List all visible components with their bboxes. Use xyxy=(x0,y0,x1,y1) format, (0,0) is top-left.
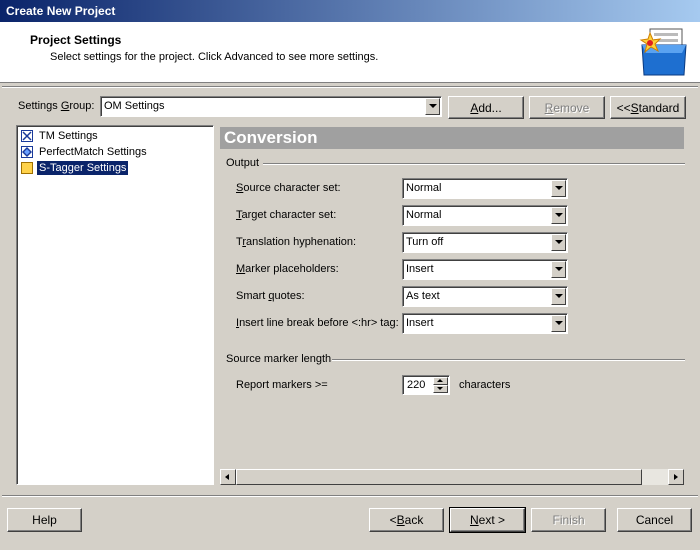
panel-horizontal-scrollbar[interactable] xyxy=(220,469,684,485)
window-title: Create New Project xyxy=(6,4,116,18)
marker-length-group-line xyxy=(332,359,685,361)
scrollbar-thumb[interactable] xyxy=(236,469,642,485)
tree-item-perfectmatch-settings[interactable]: PerfectMatch Settings xyxy=(21,144,149,160)
chevron-down-icon[interactable] xyxy=(551,261,566,278)
smart-quotes-combo[interactable]: As text xyxy=(402,286,568,307)
scroll-left-icon[interactable] xyxy=(220,469,236,485)
spin-down-icon[interactable] xyxy=(433,385,448,393)
report-markers-spinner[interactable]: 220 xyxy=(402,375,450,395)
marker-length-group-label: Source marker length xyxy=(226,353,332,365)
translation-hyphenation-label: Translation hyphenation: xyxy=(236,236,357,248)
cancel-button[interactable]: Cancel xyxy=(617,508,692,532)
spin-up-icon[interactable] xyxy=(433,377,448,385)
settings-group-value: OM Settings xyxy=(104,100,165,112)
standard-button[interactable]: << Standard xyxy=(610,96,686,119)
tree-item-s-tagger-settings[interactable]: S-Tagger Settings xyxy=(21,160,129,176)
window-titlebar[interactable]: Create New Project xyxy=(0,0,700,22)
header-separator xyxy=(2,86,698,88)
tree-item-tm-settings[interactable]: TM Settings xyxy=(21,128,100,144)
perfectmatch-icon xyxy=(21,146,33,158)
smart-quotes-label: Smart quotes: xyxy=(236,290,305,302)
chevron-down-icon[interactable] xyxy=(551,207,566,224)
help-button[interactable]: Help xyxy=(7,508,82,532)
insert-line-break-combo[interactable]: Insert xyxy=(402,313,568,334)
header-title: Project Settings xyxy=(30,33,122,47)
source-charset-label: Source character set: xyxy=(236,182,341,194)
marker-placeholders-label: Marker placeholders: xyxy=(236,263,339,275)
chevron-down-icon[interactable] xyxy=(551,288,566,305)
target-charset-label: Target character set: xyxy=(236,209,337,221)
project-wizard-icon xyxy=(639,28,687,76)
panel-title: Conversion xyxy=(220,127,684,149)
output-group-line xyxy=(263,163,685,165)
output-group-label: Output xyxy=(226,157,260,169)
insert-line-break-label: Insert line break before <:hr> tag: xyxy=(236,317,399,329)
back-button[interactable]: < Back xyxy=(369,508,444,532)
settings-group-combo[interactable]: OM Settings xyxy=(100,96,442,117)
settings-tree[interactable]: TM Settings PerfectMatch Settings S-Tagg… xyxy=(16,125,214,485)
chevron-down-icon[interactable] xyxy=(425,98,440,115)
remove-button[interactable]: Remove xyxy=(529,96,605,119)
target-charset-combo[interactable]: Normal xyxy=(402,205,568,226)
marker-placeholders-combo[interactable]: Insert xyxy=(402,259,568,280)
report-markers-value: 220 xyxy=(407,379,426,391)
settings-group-label: Settings Group: xyxy=(18,100,95,112)
chevron-down-icon[interactable] xyxy=(551,315,566,332)
scroll-right-icon[interactable] xyxy=(668,469,684,485)
report-markers-label: Report markers >= xyxy=(236,379,328,391)
header-subtitle: Select settings for the project. Click A… xyxy=(50,51,379,63)
next-button[interactable]: Next > xyxy=(449,507,526,533)
wizard-header: Project Settings Select settings for the… xyxy=(0,22,700,83)
report-markers-unit: characters xyxy=(459,379,511,391)
translation-hyphenation-combo[interactable]: Turn off xyxy=(402,232,568,253)
add-button[interactable]: Add... xyxy=(448,96,524,119)
chevron-down-icon[interactable] xyxy=(551,234,566,251)
chevron-down-icon[interactable] xyxy=(551,180,566,197)
s-tagger-icon xyxy=(21,162,33,174)
source-charset-combo[interactable]: Normal xyxy=(402,178,568,199)
tm-settings-icon xyxy=(21,130,33,142)
finish-button[interactable]: Finish xyxy=(531,508,606,532)
footer-separator xyxy=(2,495,698,497)
